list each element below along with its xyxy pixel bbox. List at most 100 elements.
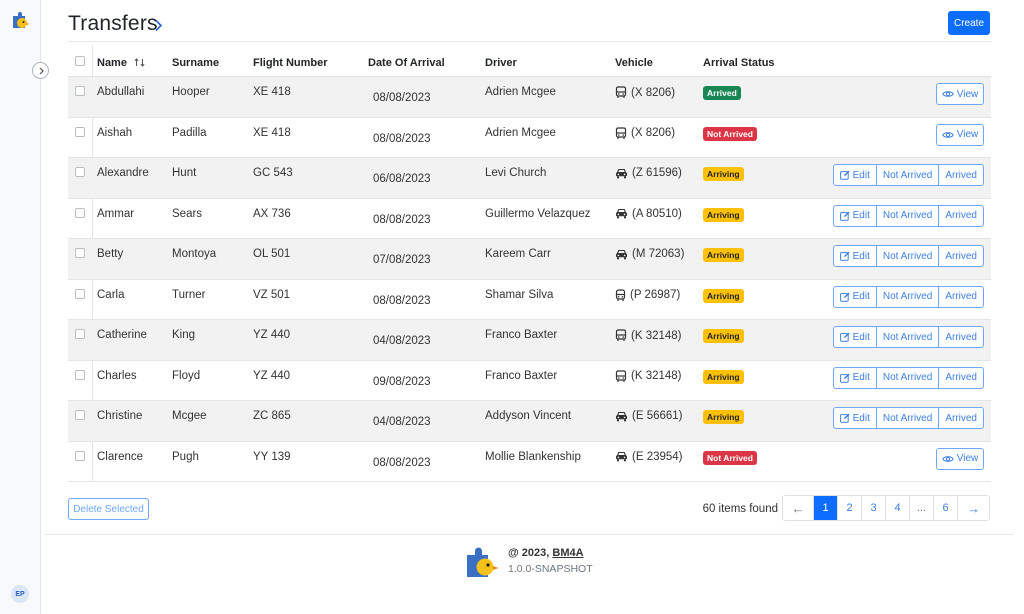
status-badge: Arriving — [703, 207, 744, 222]
mark-arrived-button[interactable]: Arrived — [939, 165, 983, 185]
cell-name: Catherine — [97, 329, 147, 341]
mark-not-arrived-button[interactable]: Not Arrived — [877, 205, 940, 226]
table-row[interactable]: Betty Montoya OL 501 07/08/2023 Kareem C… — [68, 239, 991, 280]
column-header-surname[interactable]: Surname — [172, 57, 219, 69]
row-checkbox[interactable] — [75, 288, 85, 299]
page-button-6[interactable]: 6 — [934, 496, 958, 520]
column-header-name[interactable]: Name — [97, 57, 145, 69]
vehicle-plate: (K 32148) — [631, 329, 682, 342]
bus-icon — [615, 329, 627, 342]
cell-date-of-arrival: 08/08/2023 — [373, 92, 431, 104]
column-header-status[interactable]: Arrival Status — [703, 57, 775, 69]
row-action-group: Edit Not Arrived Arrived — [832, 204, 984, 227]
edit-label: Edit — [852, 250, 870, 262]
mark-arrived-button[interactable]: Arrived — [939, 206, 983, 226]
vehicle-plate: (X 8206) — [631, 127, 676, 139]
edit-icon — [839, 332, 850, 342]
next-page-button[interactable]: → — [958, 496, 989, 520]
table-row[interactable]: Aishah Padilla XE 418 08/08/2023 Adrien … — [68, 118, 991, 158]
page-button-3[interactable]: 3 — [862, 496, 886, 520]
edit-button[interactable]: Edit — [834, 165, 877, 185]
create-button[interactable]: Create — [948, 11, 990, 35]
cell-name: Betty — [97, 248, 124, 260]
app-logo-icon — [467, 547, 499, 577]
cell-date-of-arrival: 06/08/2023 — [373, 173, 431, 185]
mark-not-arrived-button[interactable]: Not Arrived — [877, 165, 940, 185]
vehicle-plate: (Z 61596) — [632, 167, 682, 179]
cell-driver: Franco Baxter — [485, 369, 558, 382]
cell-driver: Adrien Mcgee — [485, 86, 556, 98]
table-row[interactable]: Christine Mcgee ZC 865 04/08/2023 Addyso… — [68, 401, 991, 442]
mark-not-arrived-button[interactable]: Not Arrived — [877, 367, 940, 388]
sidebar-toggle-button[interactable] — [32, 62, 49, 79]
edit-button[interactable]: Edit — [834, 286, 877, 307]
row-checkbox[interactable] — [75, 207, 85, 218]
user-avatar[interactable]: EP — [11, 585, 29, 603]
row-checkbox[interactable] — [75, 86, 85, 96]
edit-button[interactable]: Edit — [834, 367, 877, 388]
column-header-driver[interactable]: Driver — [485, 57, 517, 69]
edit-label: Edit — [852, 372, 870, 383]
cell-vehicle: (X 8206) — [615, 86, 675, 99]
select-all-checkbox[interactable] — [75, 56, 85, 66]
status-badge: Arriving — [703, 288, 744, 303]
page-button-4[interactable]: 4 — [886, 496, 910, 520]
car-icon — [615, 451, 628, 462]
row-checkbox[interactable] — [75, 167, 85, 177]
vehicle-plate: (M 72063) — [632, 248, 685, 260]
mark-arrived-button[interactable]: Arrived — [939, 327, 983, 347]
table-row[interactable]: Catherine King YZ 440 04/08/2023 Franco … — [68, 320, 991, 361]
row-checkbox[interactable] — [75, 410, 85, 420]
view-button[interactable]: View — [936, 123, 984, 146]
vehicle-plate: (E 56661) — [632, 410, 683, 422]
mark-arrived-button[interactable]: Arrived — [939, 287, 983, 307]
row-checkbox[interactable] — [75, 329, 85, 339]
previous-page-button[interactable]: ← — [783, 496, 814, 520]
mark-arrived-button[interactable]: Arrived — [939, 246, 983, 266]
column-header-date[interactable]: Date Of Arrival — [368, 57, 445, 69]
mark-arrived-button[interactable]: Arrived — [939, 408, 983, 428]
row-checkbox[interactable] — [75, 369, 85, 380]
cell-surname: Montoya — [172, 248, 217, 260]
mark-arrived-button[interactable]: Arrived — [939, 368, 983, 388]
mark-not-arrived-button[interactable]: Not Arrived — [877, 246, 940, 266]
page-button-1[interactable]: 1 — [814, 496, 838, 520]
table-row[interactable]: Carla Turner VZ 501 08/08/2023 Shamar Si… — [68, 280, 991, 320]
cell-surname: Hunt — [172, 167, 197, 179]
table-row[interactable]: Clarence Pugh YY 139 08/08/2023 Mollie B… — [68, 442, 991, 482]
cell-driver: Shamar Silva — [485, 288, 554, 301]
table-row[interactable]: Alexandre Hunt GC 543 06/08/2023 Levi Ch… — [68, 158, 991, 199]
delete-selected-button[interactable]: Delete Selected — [68, 498, 149, 520]
table-row[interactable]: Ammar Sears AX 736 08/08/2023 Guillermo … — [68, 199, 991, 239]
column-header-flight[interactable]: Flight Number — [253, 57, 328, 69]
table-row[interactable]: Abdullahi Hooper XE 418 08/08/2023 Adrie… — [68, 77, 991, 118]
edit-label: Edit — [852, 291, 870, 302]
mark-not-arrived-button[interactable]: Not Arrived — [877, 408, 940, 428]
edit-button[interactable]: Edit — [834, 205, 877, 226]
cell-vehicle: (P 26987) — [615, 288, 680, 302]
edit-button[interactable]: Edit — [834, 246, 877, 266]
edit-button[interactable]: Edit — [834, 327, 877, 347]
bus-icon — [615, 126, 627, 140]
view-button[interactable]: View — [936, 447, 984, 470]
mark-not-arrived-button[interactable]: Not Arrived — [877, 327, 940, 347]
row-checkbox[interactable] — [75, 248, 85, 258]
brand-link[interactable]: BM4A — [552, 547, 583, 559]
vehicle-plate: (X 8206) — [631, 86, 676, 99]
row-checkbox[interactable] — [75, 126, 85, 137]
cell-flight-number: XE 418 — [253, 86, 291, 98]
mark-not-arrived-button[interactable]: Not Arrived — [877, 286, 940, 307]
view-button[interactable]: View — [936, 83, 984, 105]
cell-flight-number: OL 501 — [253, 248, 291, 260]
app-logo-icon[interactable] — [10, 10, 30, 30]
page-button-2[interactable]: 2 — [838, 496, 862, 520]
cell-surname: Floyd — [172, 369, 201, 382]
sort-icon[interactable] — [134, 58, 145, 67]
column-header-vehicle[interactable]: Vehicle — [615, 57, 653, 69]
edit-button[interactable]: Edit — [834, 408, 877, 428]
table-row[interactable]: Charles Floyd YZ 440 09/08/2023 Franco B… — [68, 361, 991, 401]
cell-flight-number: YZ 440 — [253, 329, 291, 341]
edit-icon — [839, 211, 850, 221]
chevron-right-icon[interactable] — [154, 19, 163, 32]
row-checkbox[interactable] — [75, 450, 85, 461]
